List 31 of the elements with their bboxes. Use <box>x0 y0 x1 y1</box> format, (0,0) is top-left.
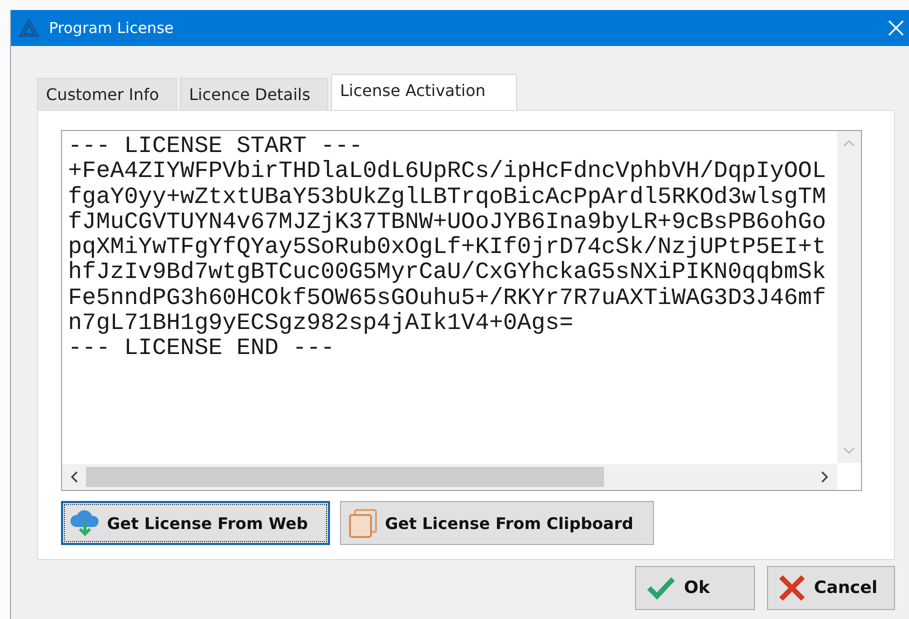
text-line: n7gL71BH1g9yECSgz982sp4jAIk1V4+0Ags= <box>68 312 574 338</box>
scroll-up-icon[interactable] <box>843 139 855 147</box>
scroll-left-icon[interactable] <box>70 471 78 483</box>
cloud-download-icon <box>69 507 101 539</box>
tab[interactable]: Customer Info <box>37 78 177 110</box>
vertical-scrollbar[interactable] <box>837 131 861 463</box>
text-line: fgaY0yy+wZtxtUBaY53bUkZglLBTrqoBicAcPpArdl5RKOd3wlsgTM <box>68 186 826 211</box>
triangle-logo-icon <box>19 19 39 37</box>
text-line: hfJzIv9Bd7wtgBTCuc00G5MyrCaU/CxGYhckaG5sNXiPIKN0qqbmSk <box>68 261 826 287</box>
text-line: Fe5nndPG3h60HCOkf5OW65sGOuhu5+/RKYr7R7uAXTiWAG3D3J46mf <box>68 286 826 312</box>
window-title: Program License <box>49 19 175 37</box>
license-text-area[interactable] <box>61 130 862 491</box>
ok-button[interactable]: Ok <box>635 566 755 610</box>
tab[interactable]: License Activation <box>331 74 517 110</box>
text-line: --- LICENSE END --- <box>68 337 335 363</box>
horizontal-scrollbar[interactable] <box>62 464 837 490</box>
action-button[interactable]: Get License From Clipboard <box>340 501 654 545</box>
copy-icon <box>346 507 379 539</box>
text-line: +FeA4ZIYWFPVbirTHDlaL0dL6UpRCs/ipHcFdncVphbVH/DqpIyOOL <box>68 160 826 186</box>
tab[interactable]: Licence Details <box>180 78 328 110</box>
close-icon[interactable] <box>887 19 905 37</box>
scroll-down-icon[interactable] <box>843 447 855 455</box>
cancel-button[interactable]: Cancel <box>767 566 895 610</box>
close-icon <box>778 574 806 602</box>
text-line: fJMuCGVTUYN4v67MJZjK37TBNW+UOoJYB6Ina9byLR+9cBsPB6ohGo <box>68 210 826 236</box>
action-button[interactable]: Get License From Web <box>61 501 330 545</box>
scrollbar-thumb[interactable] <box>86 467 604 487</box>
scroll-right-icon[interactable] <box>821 471 829 483</box>
checkmark-icon <box>646 575 676 601</box>
text-line: --- LICENSE START --- <box>68 135 363 160</box>
text-line: pqXMiYwTFgYfQYay5SoRub0xOgLf+KIf0jrD74cSk/NzjUPtP5EI+t <box>68 236 826 262</box>
